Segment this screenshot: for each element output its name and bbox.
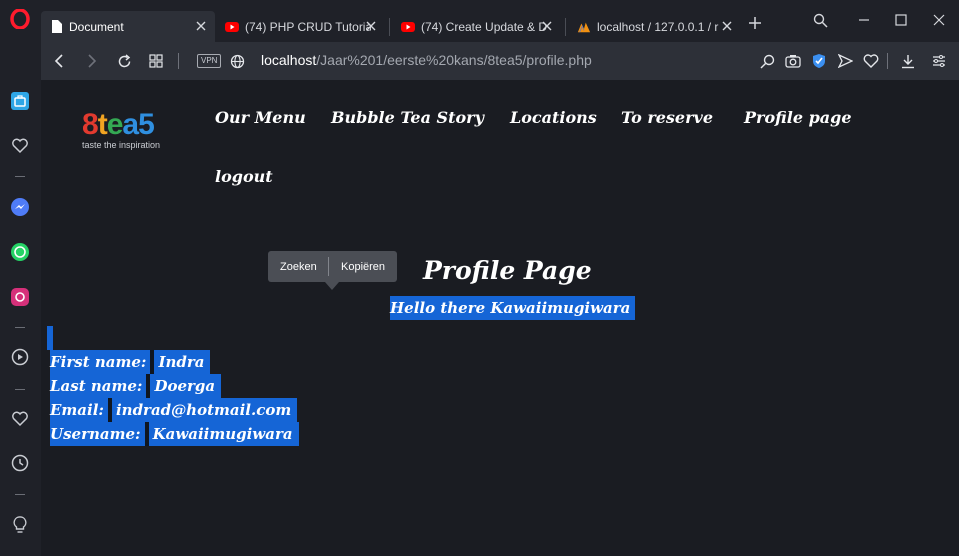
site-logo[interactable]: 8tea5 taste the inspiration xyxy=(82,110,161,151)
easy-setup-icon[interactable] xyxy=(931,53,947,69)
globe-icon[interactable] xyxy=(229,53,245,69)
sidebar-divider xyxy=(15,389,25,390)
close-tab-icon[interactable] xyxy=(195,20,207,32)
logo-char: a xyxy=(122,108,139,141)
url-field[interactable]: localhost/Jaar%201/eerste%20kans/8tea5/p… xyxy=(261,52,592,68)
field-value: indrad@hotmail.com xyxy=(111,398,298,422)
logo-char: t xyxy=(97,108,108,141)
lightbulb-icon[interactable] xyxy=(10,515,30,535)
forward-icon[interactable] xyxy=(84,53,100,69)
document-icon xyxy=(49,20,63,34)
url-path: /Jaar%201/eerste%20kans/8tea5/profile.ph… xyxy=(316,52,592,68)
opera-logo-icon[interactable] xyxy=(10,9,30,29)
nav-profile-page[interactable]: Profile page xyxy=(744,108,852,127)
selection-highlight xyxy=(47,326,53,350)
field-label: Username: xyxy=(50,422,145,446)
address-bar: VPN localhost/Jaar%201/eerste%20kans/8te… xyxy=(41,42,959,80)
toolbar-divider xyxy=(178,53,179,69)
instagram-icon[interactable] xyxy=(10,287,30,307)
reload-icon[interactable] xyxy=(116,53,132,69)
field-value: Kawaiimugiwara xyxy=(148,422,299,446)
search-tabs-icon[interactable] xyxy=(812,12,828,28)
player-icon[interactable] xyxy=(10,347,30,367)
close-tab-icon[interactable] xyxy=(721,20,733,32)
greeting: Hello there Kawaiimugiwara xyxy=(390,296,636,320)
speed-dial-icon[interactable] xyxy=(148,53,164,69)
close-tab-icon[interactable] xyxy=(541,20,553,32)
field-label: First name: xyxy=(50,350,151,374)
tab-title: (74) Create Update & D xyxy=(421,19,547,34)
logo-char: e xyxy=(106,108,124,141)
nav-to-reserve[interactable]: To reserve xyxy=(621,108,713,127)
favorites-icon[interactable] xyxy=(10,409,30,429)
tab-title: (74) PHP CRUD Tutoria xyxy=(245,19,371,34)
profile-row-last-name: Last name: Doerga xyxy=(50,374,222,398)
opera-sidebar xyxy=(0,0,41,556)
sidebar-divider xyxy=(15,176,25,177)
back-icon[interactable] xyxy=(51,53,67,69)
tab-php-crud[interactable]: (74) PHP CRUD Tutoria xyxy=(217,11,385,42)
sidebar-divider xyxy=(15,327,25,328)
youtube-icon xyxy=(225,20,239,34)
close-window-icon[interactable] xyxy=(931,12,947,28)
browser-window: Document (74) PHP CRUD Tutoria (74) Crea… xyxy=(0,0,959,556)
new-tab-icon[interactable] xyxy=(748,16,762,30)
url-host: localhost xyxy=(261,52,317,68)
nav-our-menu[interactable]: Our Menu xyxy=(215,108,306,127)
field-value: Doerga xyxy=(150,374,222,398)
minimize-icon[interactable] xyxy=(856,12,872,28)
shield-icon[interactable] xyxy=(811,53,827,69)
tab-phpmyadmin[interactable]: localhost / 127.0.0.1 / r xyxy=(569,11,741,42)
close-tab-icon[interactable] xyxy=(365,20,377,32)
workspace-icon[interactable] xyxy=(10,91,30,111)
vpn-badge[interactable]: VPN xyxy=(197,54,222,68)
whatsapp-icon[interactable] xyxy=(10,242,30,262)
tab-document[interactable]: Document xyxy=(41,11,215,42)
field-value: Indra xyxy=(154,350,211,374)
context-search-button[interactable]: Zoeken xyxy=(268,261,328,273)
profile-row-username: Username: Kawaiimugiwara xyxy=(50,422,299,446)
tab-separator xyxy=(389,18,390,36)
page-viewport: 8tea5 taste the inspiration Our Menu Bub… xyxy=(41,80,959,556)
bookmark-heart-icon[interactable] xyxy=(863,53,879,69)
logo-char: 8 xyxy=(82,108,99,141)
profile-row-first-name: First name: Indra xyxy=(50,350,211,374)
tab-title: localhost / 127.0.0.1 / r xyxy=(597,19,719,34)
nav-logout[interactable]: logout xyxy=(215,167,273,186)
field-label: Last name: xyxy=(50,374,147,398)
field-label: Email: xyxy=(50,398,108,422)
camera-icon[interactable] xyxy=(785,53,801,69)
nav-bubble-tea-story[interactable]: Bubble Tea Story xyxy=(331,108,484,127)
heart-icon[interactable] xyxy=(10,136,30,156)
page-search-icon[interactable] xyxy=(759,53,775,69)
download-icon[interactable] xyxy=(900,53,916,69)
profile-row-email: Email: indrad@hotmail.com xyxy=(50,398,298,422)
tab-strip: Document (74) PHP CRUD Tutoria (74) Crea… xyxy=(41,0,959,42)
send-icon[interactable] xyxy=(837,53,853,69)
maximize-icon[interactable] xyxy=(893,12,909,28)
logo-char: 5 xyxy=(138,108,155,141)
selection-context-menu: Zoeken Kopiëren xyxy=(268,251,397,290)
messenger-icon[interactable] xyxy=(10,197,30,217)
tab-title: Document xyxy=(69,19,124,34)
youtube-icon xyxy=(401,20,415,34)
tab-create-update[interactable]: (74) Create Update & D xyxy=(393,11,561,42)
phpmyadmin-icon xyxy=(577,20,591,34)
nav-locations[interactable]: Locations xyxy=(510,108,597,127)
page-title: Profile Page xyxy=(423,256,592,285)
sidebar-divider xyxy=(15,494,25,495)
logo-wordmark: 8tea5 xyxy=(82,110,160,140)
tab-separator xyxy=(565,18,566,36)
context-copy-button[interactable]: Kopiëren xyxy=(329,261,385,273)
logo-tagline: taste the inspiration xyxy=(82,140,161,150)
context-pointer xyxy=(325,282,339,290)
history-icon[interactable] xyxy=(10,453,30,473)
toolbar-divider xyxy=(887,53,888,69)
